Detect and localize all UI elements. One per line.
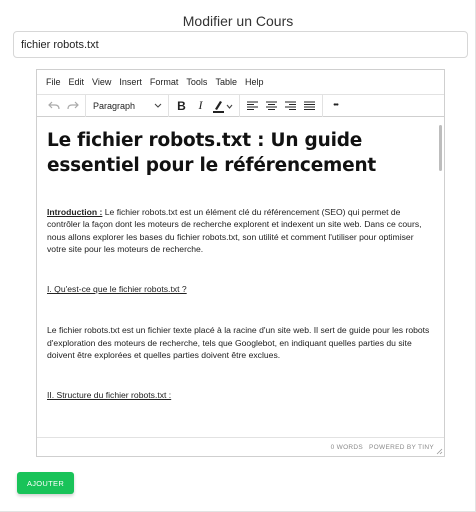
page-title: Modifier un Cours [182,13,294,29]
menu-format[interactable]: Format [146,77,183,87]
menu-tools[interactable]: Tools [182,77,211,87]
menu-view[interactable]: View [88,77,115,87]
menu-insert[interactable]: Insert [115,77,146,87]
align-center-icon[interactable] [262,96,281,115]
align-left-icon[interactable] [243,96,262,115]
block-format-select[interactable]: Paragraph [89,96,165,115]
italic-icon[interactable]: I [191,96,210,115]
rich-text-editor: File Edit View Insert Format Tools Table… [36,69,445,457]
justify-icon[interactable] [300,96,319,115]
align-right-icon[interactable] [281,96,300,115]
editor-content[interactable]: Le fichier robots.txt : Un guide essenti… [37,117,444,437]
menu-edit[interactable]: Edit [65,77,89,87]
redo-icon[interactable] [63,96,82,115]
menu-file[interactable]: File [42,77,65,87]
undo-icon[interactable] [44,96,63,115]
alignment-group [240,94,323,117]
resize-handle-icon[interactable] [436,448,443,455]
intro-label: Introduction : [47,207,103,217]
add-button[interactable]: AJOUTER [17,472,74,494]
block-format-group: Paragraph [86,94,169,117]
document-heading: Le fichier robots.txt : Un guide essenti… [47,130,377,176]
bold-icon[interactable]: B [172,96,191,115]
chevron-down-icon [154,103,162,108]
word-count[interactable]: 0 WORDS [331,444,363,451]
editor-toolbar: Paragraph B I ••• [37,94,444,117]
section1-title: I. Qu'est-ce que le fichier robots.txt ? [47,284,187,295]
section2-title: II. Structure du fichier robots.txt : [47,390,172,401]
editor-statusbar: 0 WORDS POWERED BY TINY [37,437,444,456]
course-title-input[interactable] [13,31,468,58]
menu-help[interactable]: Help [241,77,268,87]
highlight-icon[interactable] [210,96,236,115]
powered-by-link[interactable]: POWERED BY TINY [369,444,434,451]
intro-text: Le fichier robots.txt est un élément clé… [47,207,422,254]
block-format-value: Paragraph [93,100,136,111]
editor-menubar: File Edit View Insert Format Tools Table… [37,70,444,94]
text-style-group: B I [169,94,240,117]
more-group: ••• [323,94,348,117]
editor-scrollbar[interactable] [439,125,442,171]
intro-paragraph: Introduction : Le fichier robots.txt est… [47,206,434,255]
menu-table[interactable]: Table [211,77,241,87]
more-icon[interactable]: ••• [326,96,345,115]
section1-paragraph: Le fichier robots.txt est un fichier tex… [47,325,430,361]
history-group [41,94,86,117]
